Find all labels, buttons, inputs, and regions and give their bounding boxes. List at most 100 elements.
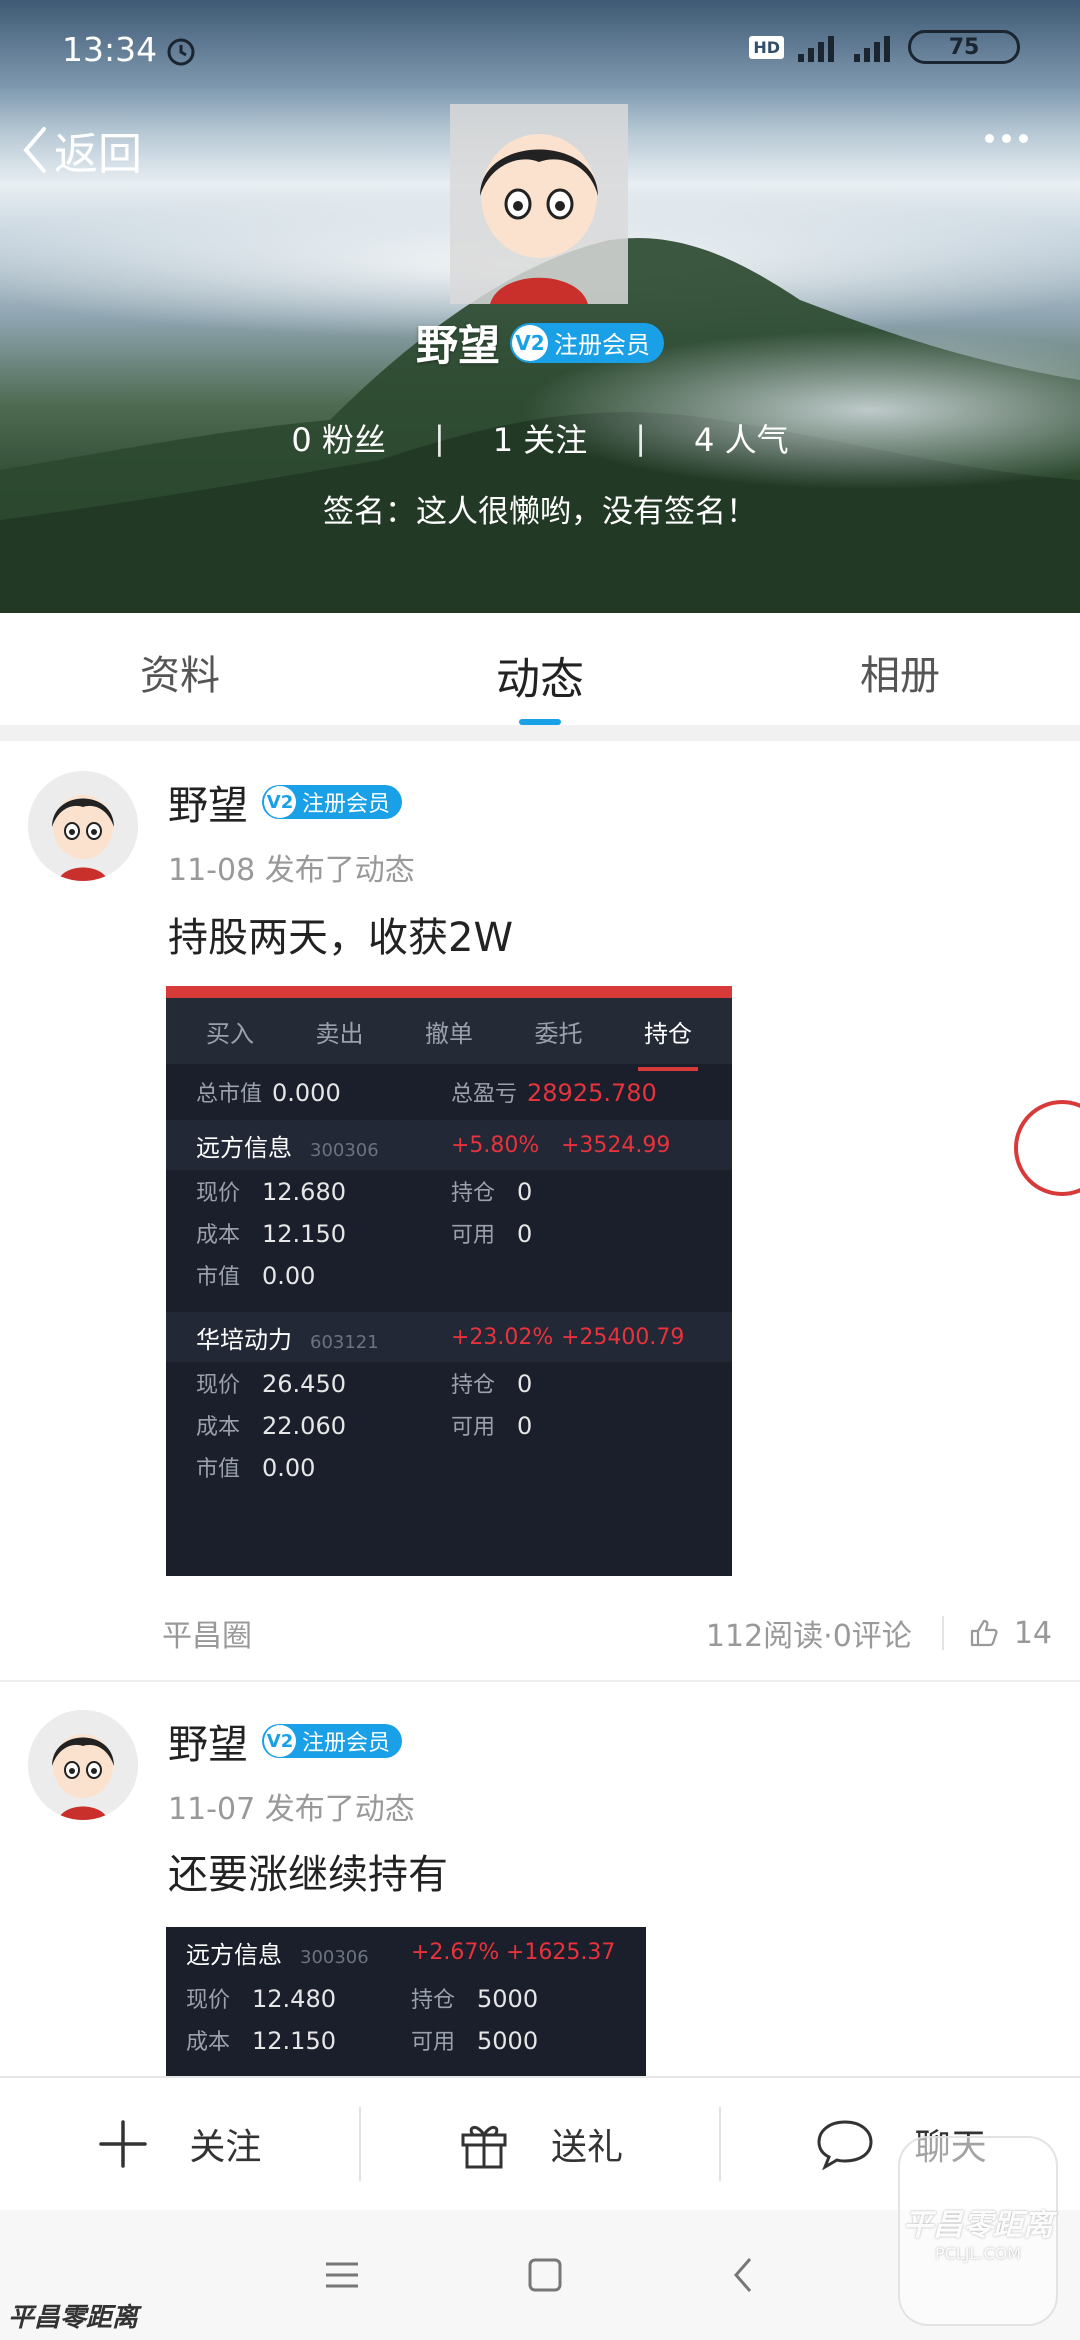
- signal-icon-2: [854, 36, 890, 62]
- menu-icon[interactable]: [322, 2258, 362, 2292]
- avail-value: 0: [517, 1220, 533, 1248]
- chat-bubble-icon: [817, 2120, 873, 2170]
- post-action: 发布了动态: [264, 853, 415, 888]
- stock-tab: 委托: [534, 1019, 583, 1048]
- footer-divider: [941, 1616, 944, 1650]
- cost-label: 成本: [196, 1223, 241, 1248]
- v2-badge-icon: V2: [512, 324, 548, 361]
- follow-label: 关注: [189, 2127, 262, 2168]
- price-value: 12.480: [252, 1985, 336, 2013]
- post-author-row: 野望 V2 注册会员: [168, 773, 403, 831]
- avail-label: 可用: [451, 1223, 496, 1248]
- home-icon[interactable]: [526, 2256, 564, 2294]
- hold-label: 持仓: [451, 1181, 496, 1206]
- stock-summary: 总市值 0.000 总盈亏 28925.780: [166, 1064, 732, 1120]
- image-accent-bar: [166, 986, 732, 998]
- cost-value: 22.060: [262, 1412, 346, 1440]
- profile-avatar[interactable]: [450, 104, 628, 304]
- fans-count[interactable]: 0 粉丝: [291, 415, 386, 461]
- like-count: 14: [1013, 1615, 1052, 1651]
- avatar[interactable]: [28, 1710, 138, 1820]
- stock-pl: +3524.99: [561, 1132, 671, 1158]
- back-button[interactable]: 返回: [20, 118, 142, 182]
- avail-value: 0: [517, 1412, 533, 1440]
- post-author[interactable]: 野望: [168, 773, 248, 831]
- following-count[interactable]: 1 关注: [493, 415, 588, 461]
- profile-tabs: 资料 动态 相册: [0, 613, 1080, 725]
- hold-value: 0: [517, 1370, 533, 1398]
- v2-badge-icon: V2: [264, 786, 296, 818]
- stock-row: 市值 0.00: [166, 1254, 732, 1296]
- back-nav-icon[interactable]: [728, 2255, 758, 2295]
- hd-icon: HD: [749, 35, 784, 59]
- price-label: 现价: [186, 1988, 231, 2013]
- stats-divider: |: [433, 419, 445, 457]
- tab-profile[interactable]: 资料: [0, 613, 360, 725]
- member-badge-label: 注册会员: [302, 792, 391, 817]
- cost-label: 成本: [196, 1415, 241, 1440]
- gift-label: 送礼: [551, 2127, 624, 2168]
- total-pl-label: 总盈亏: [451, 1082, 518, 1107]
- v2-badge-icon: V2: [264, 1725, 296, 1757]
- post-footer: 平昌圈 112阅读·0评论 14: [162, 1611, 1052, 1655]
- cost-value: 12.150: [262, 1220, 346, 1248]
- feed-post: 野望 V2 注册会员 11-07 发布了动态 还要涨继续持有 远方信息 30030…: [0, 1682, 1080, 2076]
- price-value: 26.450: [262, 1370, 346, 1398]
- thumbs-up-icon: [970, 1619, 998, 1647]
- stock-tabs: 买入 卖出 撤单 委托 持仓: [166, 998, 732, 1071]
- signal-icon: [798, 36, 834, 62]
- battery-icon: 75: [908, 30, 1020, 64]
- avatar[interactable]: [28, 771, 138, 881]
- stock-code: 603121: [310, 1331, 379, 1353]
- status-icons: HD 75: [749, 30, 1020, 64]
- member-badge: V2 注册会员: [262, 785, 403, 819]
- hold-value: 0: [517, 1178, 533, 1206]
- cost-value: 12.150: [252, 2027, 336, 2055]
- post-meta: 11-07 发布了动态: [168, 1784, 415, 1828]
- more-button[interactable]: [985, 134, 1028, 143]
- back-label: 返回: [54, 129, 142, 180]
- post-author[interactable]: 野望: [168, 1712, 248, 1770]
- stock-pct: +2.67%: [411, 1939, 500, 1965]
- stats-divider: |: [635, 419, 647, 457]
- like-button[interactable]: 14: [968, 1616, 1052, 1651]
- mv-label: 市值: [196, 1457, 241, 1482]
- gift-icon: [461, 2126, 507, 2169]
- post-date: 11-07: [168, 1792, 256, 1827]
- post-image[interactable]: 买入 卖出 撤单 委托 持仓 总市值 0.000 总盈亏 28925.780 远方信…: [166, 986, 732, 1576]
- avail-label: 可用: [451, 1415, 496, 1440]
- tab-feed[interactable]: 动态: [360, 613, 720, 725]
- feed-post: 野望 V2 注册会员 11-08 发布了动态 持股两天，收获2W 买入 卖出 撤…: [0, 741, 1080, 1680]
- post-action: 发布了动态: [264, 1792, 415, 1827]
- plus-icon: [99, 2120, 148, 2168]
- more-dot-icon: [1019, 134, 1028, 143]
- follow-button[interactable]: 关注: [0, 2118, 359, 2170]
- stock-row: 现价 12.680 持仓 0: [166, 1170, 732, 1212]
- stock-row-head: 远方信息 300306 +5.80% +3524.99: [166, 1120, 732, 1170]
- stock-name: 远方信息: [196, 1133, 292, 1162]
- post-reads: 112阅读·0评论: [705, 1619, 912, 1654]
- post-date: 11-08: [168, 853, 256, 888]
- avail-label: 可用: [411, 2030, 456, 2055]
- gift-button[interactable]: 送礼: [361, 2117, 720, 2171]
- stock-pct: +23.02%: [451, 1324, 554, 1350]
- hold-label: 持仓: [411, 1988, 456, 2013]
- more-dot-icon: [985, 134, 994, 143]
- stock-row: 成本 22.060 可用 0: [166, 1404, 732, 1446]
- profile-name: 野望: [415, 321, 500, 370]
- stock-row: 成本 12.150 可用 0: [166, 1212, 732, 1254]
- tab-album[interactable]: 相册: [720, 613, 1080, 725]
- profile-name-row: 野望 V2 注册会员: [0, 312, 1080, 373]
- section-gap: [0, 725, 1080, 741]
- stock-row-head: 远方信息 300306 +2.67% +1625.37: [166, 1927, 646, 1977]
- post-circle[interactable]: 平昌圈: [162, 1611, 706, 1655]
- post-image[interactable]: 远方信息 300306 +2.67% +1625.37 现价 12.480 持仓 50…: [166, 1927, 646, 2076]
- post-author-row: 野望 V2 注册会员: [168, 1712, 403, 1770]
- post-content: 还要涨继续持有: [168, 1852, 448, 1898]
- post-meta: 11-08 发布了动态: [168, 845, 415, 889]
- stock-pl: +25400.79: [561, 1324, 685, 1350]
- mv-label: 市值: [196, 1265, 241, 1290]
- stock-code: 300306: [310, 1139, 379, 1161]
- stock-row: 市值 0.00: [166, 1446, 732, 1488]
- total-value-label: 总市值: [196, 1082, 263, 1107]
